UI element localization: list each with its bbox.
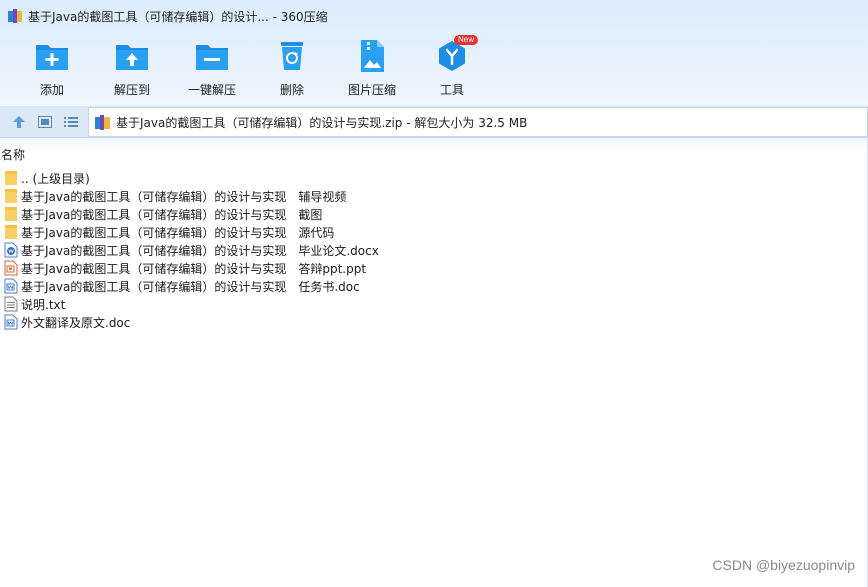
delete-button[interactable]: 删除: [252, 34, 332, 100]
separator: [0, 138, 868, 148]
one-click-extract-icon: [194, 38, 230, 74]
tools-label: 工具: [439, 83, 464, 97]
list-item-file[interactable]: 外文翻译及原文.doc: [0, 313, 868, 331]
title-bar: 基于Java的截图工具（可储存编辑）的设计... - 360压缩: [0, 0, 868, 32]
column-header-name[interactable]: 名称: [0, 148, 868, 164]
file-name: 基于Java的截图工具（可储存编辑）的设计与实现 任务书.doc: [21, 279, 360, 294]
arrow-up-icon: [13, 116, 25, 128]
add-label: 添加: [39, 83, 64, 97]
list-item-folder[interactable]: 基于Java的截图工具（可储存编辑）的设计与实现 源代码: [0, 223, 868, 241]
app-window: 基于Java的截图工具（可储存编辑）的设计... - 360压缩 添加 解压到 …: [0, 0, 868, 587]
word-doc-icon: [4, 314, 18, 330]
file-list: .. (上级目录) 基于Java的截图工具（可储存编辑）的设计与实现 辅导视频 …: [0, 169, 868, 331]
list-item-folder[interactable]: 基于Java的截图工具（可储存编辑）的设计与实现 辅导视频: [0, 187, 868, 205]
image-compress-icon: [354, 38, 390, 74]
list-view-icon: [64, 117, 78, 127]
extract-to-label: 解压到: [113, 83, 150, 97]
add-button[interactable]: 添加: [12, 34, 92, 100]
extract-to-button[interactable]: 解压到: [92, 34, 172, 100]
list-item-file[interactable]: 基于Java的截图工具（可储存编辑）的设计与实现 毕业论文.docx: [0, 241, 868, 259]
folder-icon: [5, 207, 17, 221]
address-row: 基于Java的截图工具（可储存编辑）的设计与实现.zip - 解包大小为 32.…: [0, 106, 868, 138]
toolbar: 添加 解压到 一键解压 删除 图片压缩 New 工具: [0, 34, 868, 100]
up-level-button[interactable]: [10, 113, 28, 131]
delete-label: 删除: [279, 83, 304, 97]
image-compress-button[interactable]: 图片压缩: [332, 34, 412, 100]
list-item-file[interactable]: 基于Java的截图工具（可储存编辑）的设计与实现 答辩ppt.ppt: [0, 259, 868, 277]
file-name: 基于Java的截图工具（可储存编辑）的设计与实现 辅导视频: [21, 189, 347, 204]
powerpoint-file-icon: [4, 260, 18, 276]
word-docx-icon: [4, 242, 18, 258]
add-folder-icon: [34, 38, 70, 74]
file-name: 外文翻译及原文.doc: [21, 315, 131, 330]
address-bar[interactable]: 基于Java的截图工具（可储存编辑）的设计与实现.zip - 解包大小为 32.…: [88, 107, 868, 137]
file-name: 说明.txt: [21, 297, 66, 312]
address-path: 基于Java的截图工具（可储存编辑）的设计与实现.zip - 解包大小为 32.…: [116, 115, 528, 130]
word-doc-icon: [4, 278, 18, 294]
one-click-extract-button[interactable]: 一键解压: [172, 34, 252, 100]
list-item-parent-dir[interactable]: .. (上级目录): [0, 169, 868, 187]
icon-view-button[interactable]: [36, 113, 54, 131]
folder-icon: [5, 225, 17, 239]
file-name: 基于Java的截图工具（可储存编辑）的设计与实现 答辩ppt.ppt: [21, 261, 367, 276]
header-area: 基于Java的截图工具（可储存编辑）的设计... - 360压缩 添加 解压到 …: [0, 0, 868, 106]
tools-icon: New: [434, 35, 479, 74]
file-name: 基于Java的截图工具（可储存编辑）的设计与实现 截图: [21, 207, 323, 222]
watermark: CSDN @biyezuopinvip: [712, 557, 855, 573]
folder-icon: [5, 171, 17, 185]
zip-file-icon: [95, 114, 110, 130]
file-name: 基于Java的截图工具（可储存编辑）的设计与实现 毕业论文.docx: [21, 243, 379, 258]
one-click-extract-label: 一键解压: [187, 83, 236, 97]
text-file-icon: [4, 296, 18, 312]
image-compress-label: 图片压缩: [347, 83, 396, 97]
new-badge: New: [454, 35, 479, 45]
list-item-file[interactable]: 说明.txt: [0, 295, 868, 313]
list-view-button[interactable]: [62, 113, 80, 131]
file-name: .. (上级目录): [21, 171, 90, 186]
folder-icon: [5, 189, 17, 203]
recycle-bin-icon: [274, 38, 310, 74]
list-item-folder[interactable]: 基于Java的截图工具（可储存编辑）的设计与实现 截图: [0, 205, 868, 223]
extract-to-icon: [114, 38, 150, 74]
file-name: 基于Java的截图工具（可储存编辑）的设计与实现 源代码: [21, 225, 335, 240]
archive-app-icon: [8, 9, 22, 23]
window-title: 基于Java的截图工具（可储存编辑）的设计... - 360压缩: [28, 9, 328, 24]
list-item-file[interactable]: 基于Java的截图工具（可储存编辑）的设计与实现 任务书.doc: [0, 277, 868, 295]
tools-button[interactable]: New 工具: [412, 34, 492, 100]
thumbnail-view-icon: [38, 116, 52, 128]
